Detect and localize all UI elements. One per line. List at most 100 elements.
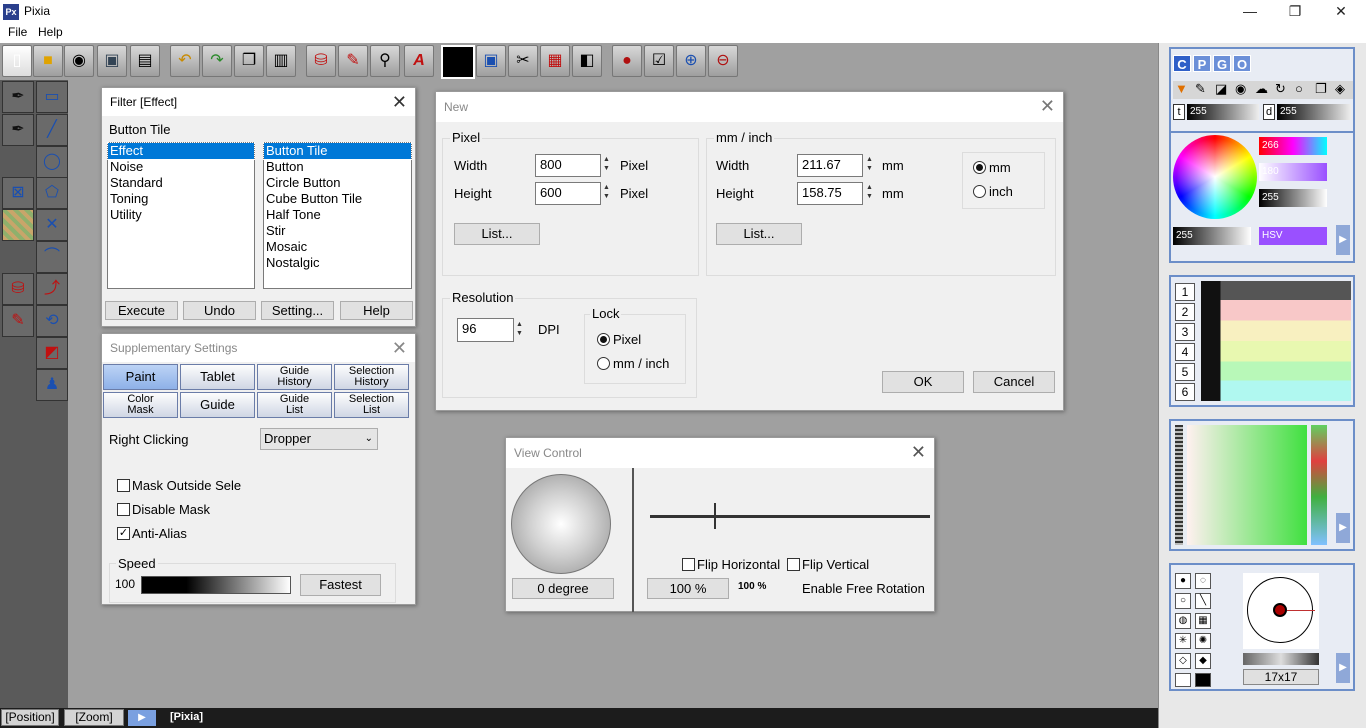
select-point-icon[interactable]: ◩ [36, 337, 68, 369]
camera-icon[interactable]: ◉ [64, 45, 94, 77]
crop-icon[interactable]: ⊠ [2, 177, 34, 209]
color-palette-grid[interactable] [1201, 281, 1351, 401]
zoom-out-icon[interactable]: ⊖ [708, 45, 738, 77]
pen-alt-icon[interactable]: ✒ [2, 114, 34, 146]
pixel-list-button[interactable]: List... [454, 223, 540, 245]
mode-tab-p[interactable]: P [1193, 55, 1211, 72]
brush-solid-icon[interactable]: ● [1175, 573, 1191, 589]
open-folder-icon[interactable]: ■ [33, 45, 63, 77]
circle-icon[interactable]: ◯ [36, 146, 68, 178]
hsv-mode-button[interactable]: HSV [1259, 227, 1327, 245]
palette-row-5[interactable]: 5 [1175, 363, 1195, 381]
brush-circle-icon[interactable]: ○ [1175, 593, 1191, 609]
brush-white-swatch[interactable] [1175, 673, 1191, 687]
mode-tab-c[interactable]: C [1173, 55, 1191, 72]
color-wheel[interactable] [1173, 135, 1257, 219]
chevron-right-icon[interactable]: ▶ [1336, 225, 1350, 255]
palette-row-6[interactable]: 6 [1175, 383, 1195, 401]
brush-diamond-alt-icon[interactable]: ◆ [1195, 653, 1211, 669]
mm-list-button[interactable]: List... [716, 223, 802, 245]
mask-outside-checkbox[interactable] [117, 479, 130, 492]
undo-button[interactable]: Undo [183, 301, 256, 320]
zoom-in-icon[interactable]: ⊕ [676, 45, 706, 77]
menu-help[interactable]: Help [38, 25, 63, 39]
menu-file[interactable]: File [8, 25, 27, 39]
tab-selection-list[interactable]: Selection List [334, 392, 409, 418]
zoom-icon[interactable]: ⚲ [370, 45, 400, 77]
palette-row-2[interactable]: 2 [1175, 303, 1195, 321]
list-item[interactable]: Noise [108, 159, 254, 175]
brush-grid-icon[interactable]: ▦ [1195, 613, 1211, 629]
smudge-icon[interactable]: ♟ [36, 369, 68, 401]
rectangle-icon[interactable]: ▭ [36, 81, 68, 113]
checklist-icon[interactable]: ☑ [644, 45, 674, 77]
free-rotation-label[interactable]: Enable Free Rotation [802, 581, 925, 596]
view-close-icon[interactable]: ✕ [911, 438, 926, 466]
mode-tab-o[interactable]: O [1233, 55, 1251, 72]
list-item[interactable]: Mosaic [264, 239, 411, 255]
setting-button[interactable]: Setting... [261, 301, 334, 320]
speed-slider[interactable] [141, 576, 291, 594]
list-item[interactable]: Cube Button Tile [264, 191, 411, 207]
brush-star-icon[interactable]: ✳ [1175, 633, 1191, 649]
height-mm-stepper[interactable]: ▲ ▼ [866, 183, 876, 201]
zoom-slider-thumb[interactable] [714, 503, 716, 529]
list-item[interactable]: Effect [107, 142, 255, 160]
tab-guide[interactable]: Guide [180, 392, 255, 418]
dpi-input[interactable]: 96 [457, 318, 514, 342]
width-mm-stepper[interactable]: ▲ ▼ [866, 155, 876, 173]
new-file-icon[interactable]: ▯ [2, 45, 32, 77]
saturation-slider[interactable]: 180 [1259, 163, 1327, 181]
supplementary-close-icon[interactable]: ✕ [392, 334, 407, 362]
brush-dotted-icon[interactable]: ◍ [1175, 613, 1191, 629]
tab-paint[interactable]: Paint [103, 364, 178, 390]
brush-soft-icon[interactable]: ◌ [1195, 573, 1211, 589]
lock-mm-radio[interactable] [597, 357, 610, 370]
chevron-right-icon[interactable]: ▶ [1336, 653, 1350, 683]
text-icon[interactable]: A [404, 45, 434, 77]
print-icon[interactable]: ▤ [130, 45, 160, 77]
flip-horizontal-checkbox[interactable] [682, 558, 695, 571]
palette-row-1[interactable]: 1 [1175, 283, 1195, 301]
anti-alias-checkbox[interactable]: ✓ [117, 527, 130, 540]
zoom-percent-button[interactable]: 100 % [647, 578, 729, 599]
dpi-stepper[interactable]: ▲ ▼ [516, 320, 526, 338]
right-clicking-select[interactable]: Dropper ⌄ [260, 428, 378, 450]
undo-icon[interactable]: ↶ [170, 45, 200, 77]
curve-icon[interactable]: ⌒ [36, 241, 68, 273]
list-item[interactable]: Stir [264, 223, 411, 239]
tab-tablet[interactable]: Tablet [180, 364, 255, 390]
hue-slider[interactable]: 266 [1259, 137, 1327, 155]
paste-icon[interactable]: ▥ [266, 45, 296, 77]
play-icon[interactable]: ▶ [128, 710, 156, 726]
rotation-dial[interactable] [511, 474, 611, 574]
pen-icon[interactable]: ✒ [2, 81, 34, 113]
gradient-strip[interactable] [1311, 425, 1327, 545]
line-icon[interactable]: ╱ [36, 114, 68, 146]
brush-density-slider[interactable] [1243, 653, 1319, 665]
position-button[interactable]: [Position] [1, 709, 59, 726]
width-px-input[interactable]: 800 [535, 154, 601, 177]
save-disk-icon[interactable]: ▣ [97, 45, 127, 77]
ok-button[interactable]: OK [882, 371, 964, 393]
degree-button[interactable]: 0 degree [512, 578, 614, 599]
fill-bucket-icon[interactable]: ⛁ [2, 273, 34, 305]
t-value-slider[interactable]: 255 [1187, 104, 1259, 120]
list-item[interactable]: Standard [108, 175, 254, 191]
fastest-button[interactable]: Fastest [300, 574, 381, 596]
restore-button[interactable]: ❐ [1272, 0, 1318, 24]
paint-bucket-icon[interactable]: ⛁ [306, 45, 336, 77]
execute-button[interactable]: Execute [105, 301, 178, 320]
mode-tab-g[interactable]: G [1213, 55, 1231, 72]
redo-icon[interactable]: ↷ [202, 45, 232, 77]
sphere-icon[interactable]: ● [612, 45, 642, 77]
help-button[interactable]: Help [340, 301, 413, 320]
image-icon[interactable]: ▣ [476, 45, 506, 77]
zoom-button[interactable]: [Zoom] [64, 709, 124, 726]
lasso-icon[interactable]: ✂ [508, 45, 538, 77]
alpha-slider[interactable]: 255 [1173, 227, 1251, 245]
height-px-input[interactable]: 600 [535, 182, 601, 205]
palette-row-4[interactable]: 4 [1175, 343, 1195, 361]
brush-line-icon[interactable]: ╲ [1195, 593, 1211, 609]
filter-name-list[interactable]: Button Tile Button Circle Button Cube Bu… [263, 142, 412, 289]
